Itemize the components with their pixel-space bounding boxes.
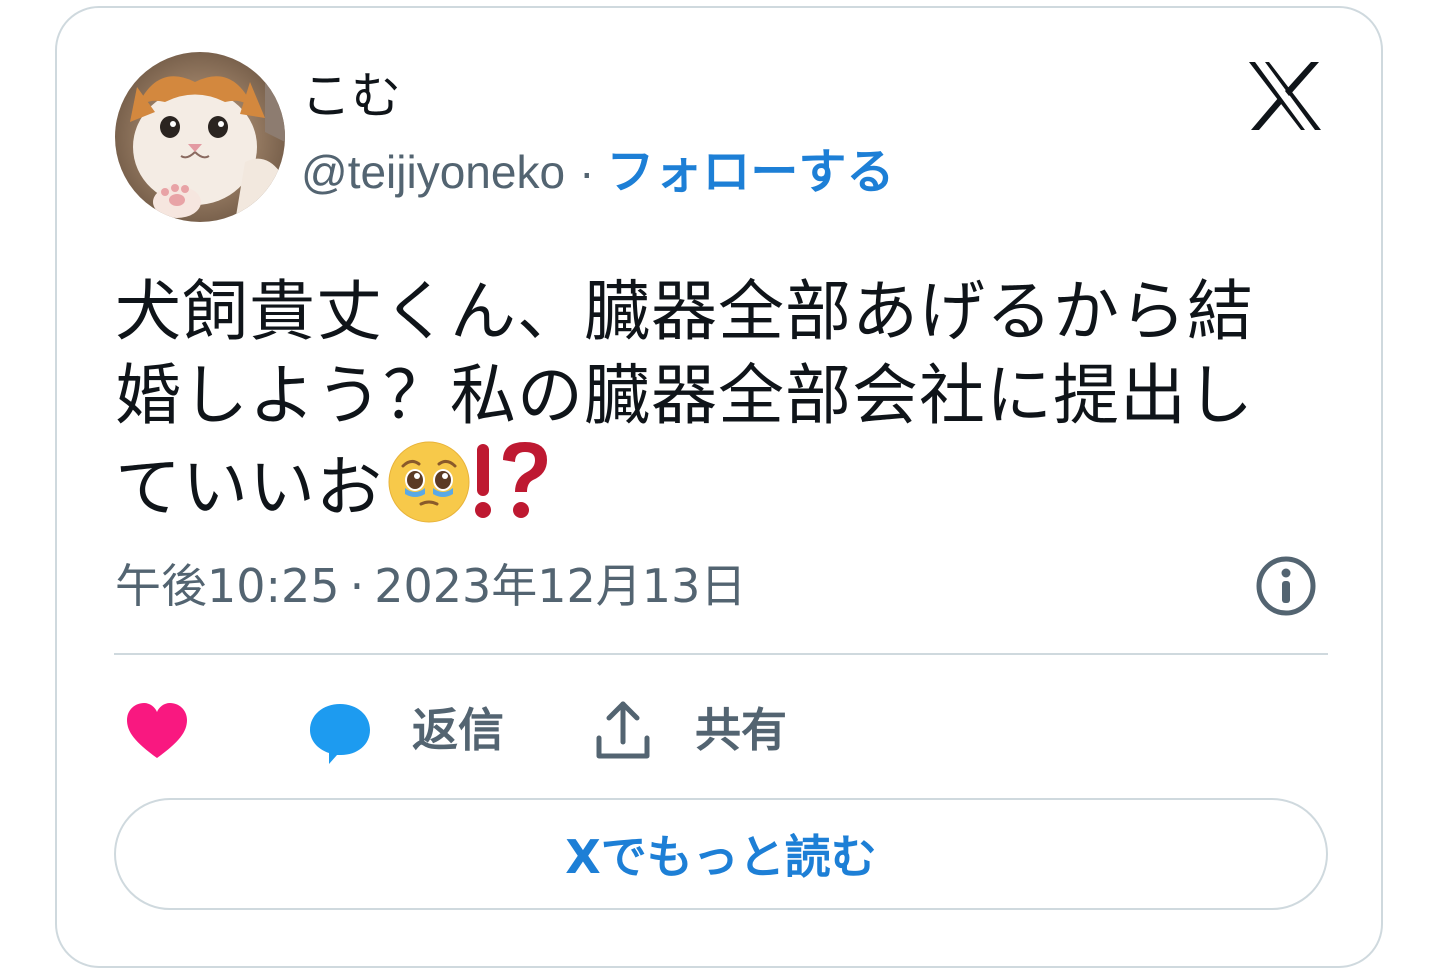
read-more-on-x-button[interactable]: Xでもっと読む (114, 798, 1328, 910)
tweet-date: 2023年12月13日 (374, 559, 747, 613)
tweet-text-segment: ていいお (115, 449, 383, 526)
tweet-text-line: 婚しよう？私の臓器全部会社に提出し (115, 357, 1254, 434)
x-logo-icon[interactable] (1245, 56, 1325, 136)
follow-link[interactable]: フォローする (606, 144, 894, 200)
cat-avatar-icon (115, 52, 285, 222)
pleading-tearful-face-icon (388, 441, 470, 523)
tweet-embed-card: こむ @teijiyoneko · フォローする 犬飼貴丈くん、臓器全部あげるから結… (55, 6, 1383, 968)
exclamation-question-mark-icon (475, 442, 547, 518)
author-display-name[interactable]: こむ (301, 66, 401, 126)
info-icon[interactable] (1255, 555, 1317, 617)
author-avatar[interactable] (115, 52, 285, 222)
share-button[interactable]: 共有 (695, 700, 787, 760)
reply-button[interactable]: 返信 (412, 700, 504, 760)
divider (114, 653, 1328, 655)
tweet-time: 午後10:25 (115, 559, 340, 613)
tweet-text-line: ていいお (115, 438, 1335, 530)
author-handle[interactable]: @teijiyoneko (301, 146, 565, 198)
reply-bubble-icon[interactable] (307, 700, 373, 766)
handle-separator: · (579, 146, 595, 198)
tweet-text: 犬飼貴丈くん、臓器全部あげるから結 婚しよう？私の臓器全部会社に提出し ていいお (115, 270, 1335, 530)
heart-icon[interactable] (125, 700, 189, 764)
tweet-text-line: 犬飼貴丈くん、臓器全部あげるから結 (115, 273, 1254, 350)
tweet-timestamp[interactable]: 午後10:25 · 2023年12月13日 (115, 556, 746, 616)
action-bar: 返信 共有 (57, 688, 1381, 778)
meta-separator: · (349, 559, 365, 613)
author-handle-row: @teijiyoneko · フォローする (301, 142, 894, 202)
share-icon[interactable] (593, 698, 653, 762)
